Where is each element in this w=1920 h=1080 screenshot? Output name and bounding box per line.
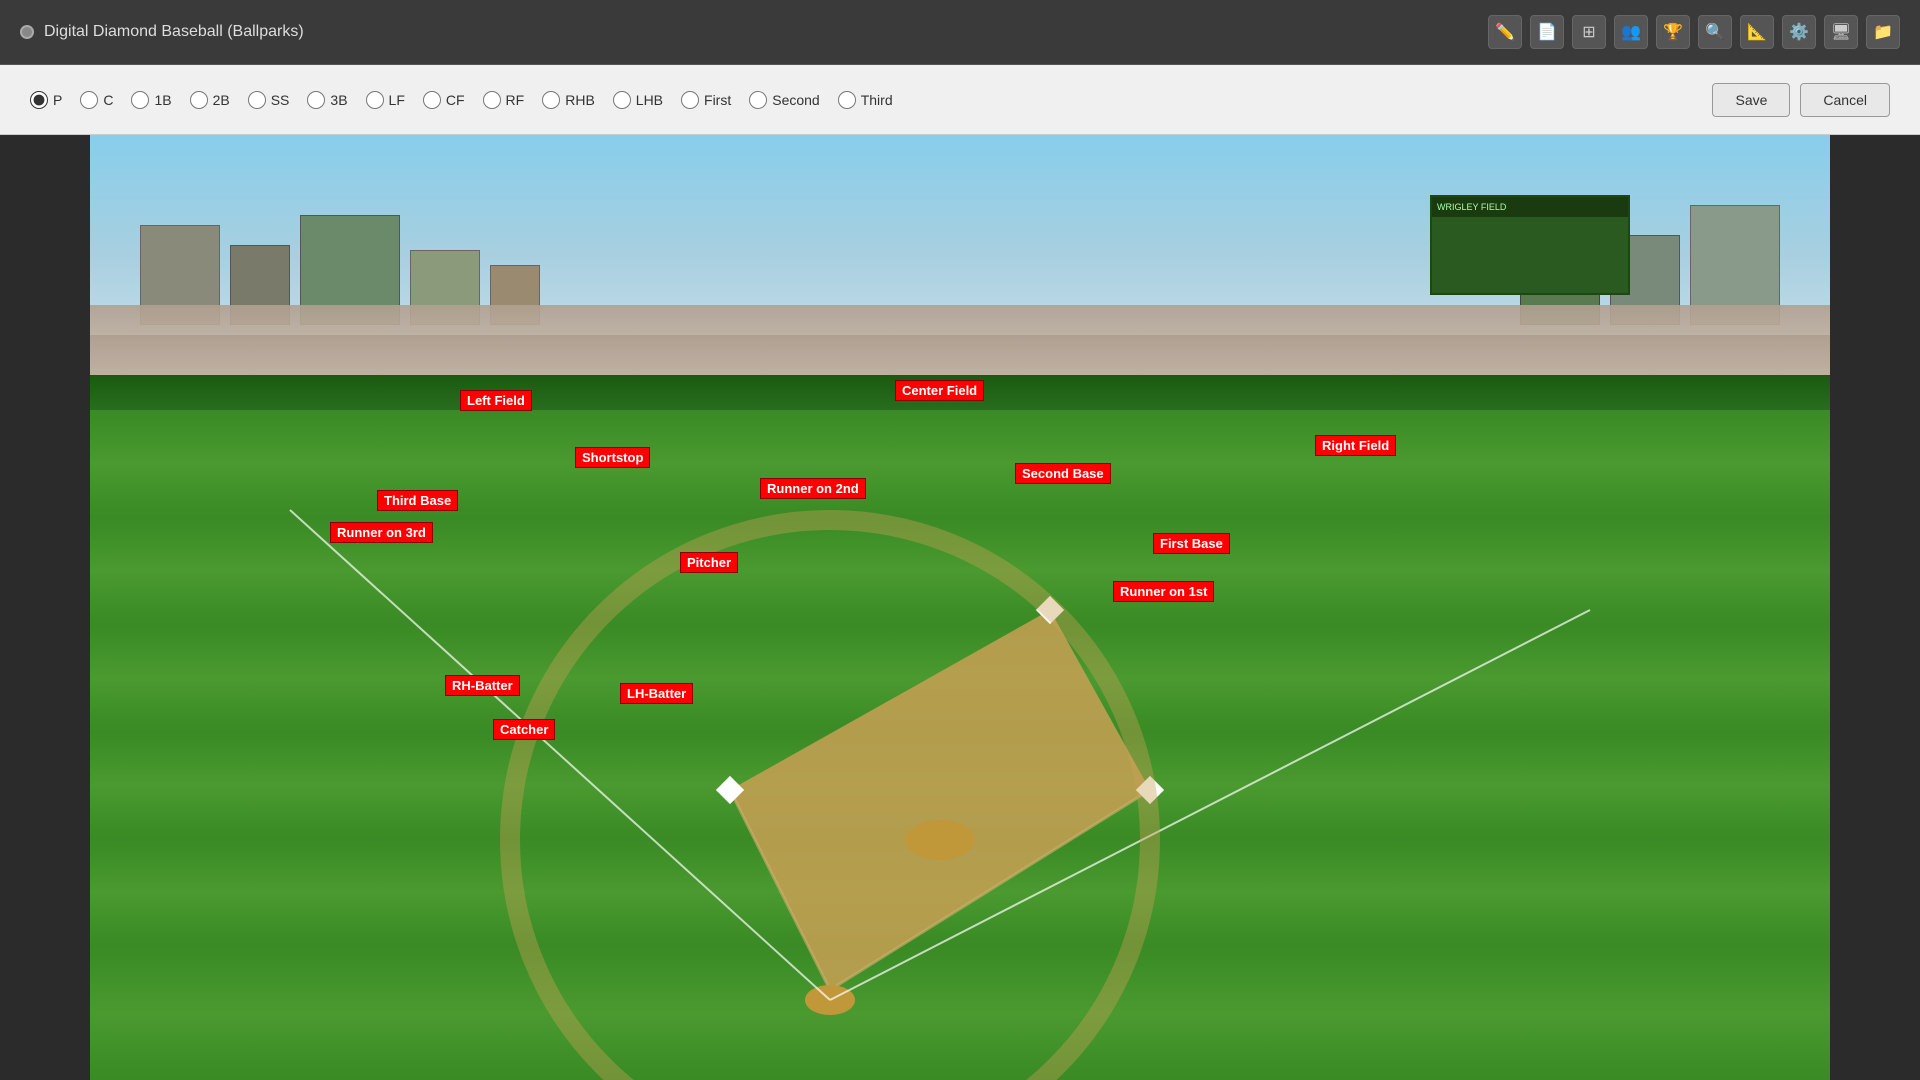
label-left-field[interactable]: Left Field [460, 390, 532, 411]
toolbar-search[interactable]: 🔍 [1698, 15, 1732, 49]
radio-Second[interactable]: Second [749, 91, 819, 109]
toolbar-gear[interactable]: ⚙️ [1782, 15, 1816, 49]
toolbar: ✏️ 📄 ⊞ 👥 🏆 🔍 📐 ⚙️ 🖥 📁 [1488, 15, 1900, 49]
toolbar-pencil[interactable]: ✏️ [1488, 15, 1522, 49]
title-left: Digital Diamond Baseball (Ballparks) [20, 23, 304, 41]
toolbar-ruler[interactable]: 📐 [1740, 15, 1774, 49]
label-center-field[interactable]: Center Field [895, 380, 984, 401]
toolbar-grid[interactable]: ⊞ [1572, 15, 1606, 49]
toolbar-trophy[interactable]: 🏆 [1656, 15, 1690, 49]
infield-svg [90, 410, 1830, 1080]
left-frame [0, 135, 90, 1080]
toolbar-document[interactable]: 📄 [1530, 15, 1564, 49]
label-runner-on-1st[interactable]: Runner on 1st [1113, 581, 1214, 602]
toolbar-layers[interactable]: 🖥 [1824, 15, 1858, 49]
label-rh-batter[interactable]: RH-Batter [445, 675, 520, 696]
label-catcher[interactable]: Catcher [493, 719, 555, 740]
radio-LHB[interactable]: LHB [613, 91, 663, 109]
app-title: Digital Diamond Baseball (Ballparks) [44, 23, 304, 41]
radio-RHB[interactable]: RHB [542, 91, 595, 109]
main-area: WRIGLEY FIELD [0, 135, 1920, 1080]
label-pitcher[interactable]: Pitcher [680, 552, 738, 573]
cancel-button[interactable]: Cancel [1800, 83, 1890, 117]
title-bar: Digital Diamond Baseball (Ballparks) ✏️ … [0, 0, 1920, 65]
label-right-field[interactable]: Right Field [1315, 435, 1396, 456]
radio-CF[interactable]: CF [423, 91, 465, 109]
label-third-base[interactable]: Third Base [377, 490, 458, 511]
toolbar-folder[interactable]: 📁 [1866, 15, 1900, 49]
label-shortstop[interactable]: Shortstop [575, 447, 650, 468]
label-lh-batter[interactable]: LH-Batter [620, 683, 693, 704]
radio-1B[interactable]: 1B [131, 91, 171, 109]
radio-C[interactable]: C [80, 91, 113, 109]
right-frame [1830, 135, 1920, 1080]
app-icon [20, 25, 34, 39]
radio-RF[interactable]: RF [483, 91, 525, 109]
radio-LF[interactable]: LF [366, 91, 405, 109]
stadium-view: WRIGLEY FIELD [90, 135, 1830, 1080]
label-runner-on-2nd[interactable]: Runner on 2nd [760, 478, 866, 499]
radio-3B[interactable]: 3B [307, 91, 347, 109]
radio-SS[interactable]: SS [248, 91, 290, 109]
label-runner-on-3rd[interactable]: Runner on 3rd [330, 522, 433, 543]
label-first-base[interactable]: First Base [1153, 533, 1230, 554]
radio-bar-buttons: Save Cancel [1712, 83, 1890, 117]
save-button[interactable]: Save [1712, 83, 1790, 117]
radio-First[interactable]: First [681, 91, 731, 109]
scoreboard: WRIGLEY FIELD [1430, 195, 1630, 295]
label-second-base[interactable]: Second Base [1015, 463, 1111, 484]
radio-P[interactable]: P [30, 91, 62, 109]
radio-Third[interactable]: Third [838, 91, 893, 109]
radio-bar: P C 1B 2B SS 3B LF CF RF RHB LHB Fi [0, 65, 1920, 135]
toolbar-people[interactable]: 👥 [1614, 15, 1648, 49]
radio-2B[interactable]: 2B [190, 91, 230, 109]
